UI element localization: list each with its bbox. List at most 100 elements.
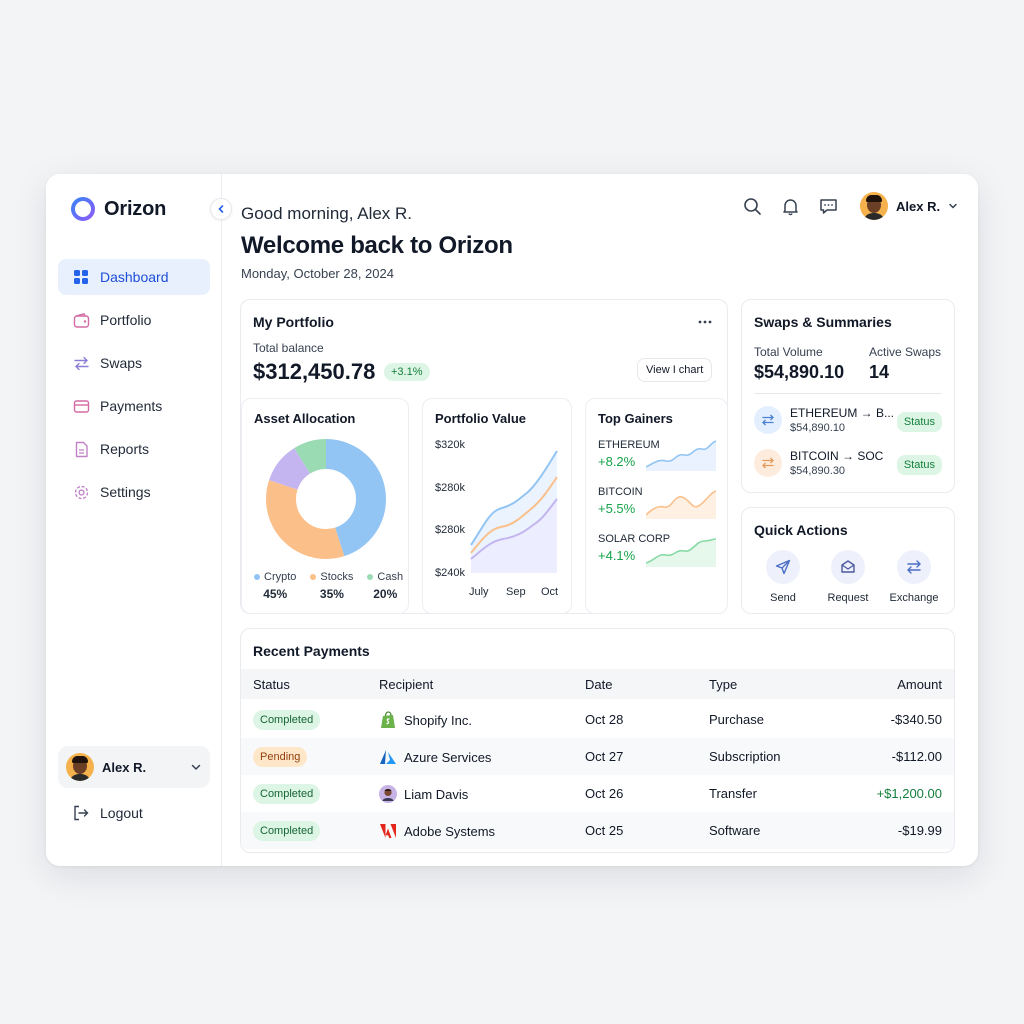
portfolio-value-card: Portfolio Value $320k $280k $280k $240k … bbox=[422, 398, 572, 614]
page-title: Welcome back to Orizon bbox=[241, 232, 513, 259]
greeting: Good morning, Alex R. bbox=[241, 204, 413, 223]
exchange-icon bbox=[897, 550, 931, 584]
table-row[interactable]: Completed Adobe Systems Oct 25 Software … bbox=[241, 812, 954, 849]
sparkline-solar-corp bbox=[646, 538, 716, 567]
column-header-amount[interactable]: Amount bbox=[897, 677, 942, 692]
quick-actions-title: Quick Actions bbox=[754, 522, 848, 538]
total-balance-value: $312,450.78 bbox=[253, 359, 376, 384]
swap-icon bbox=[754, 406, 782, 434]
swap-icon bbox=[72, 354, 90, 372]
logo[interactable]: Orizon bbox=[70, 196, 166, 222]
card-icon bbox=[72, 397, 90, 415]
sidebar-user-name: Alex R. bbox=[102, 759, 147, 775]
sidebar-item-label: Swaps bbox=[100, 355, 143, 371]
chevron-down-icon bbox=[949, 203, 957, 209]
y-tick-label: $280k bbox=[435, 482, 465, 494]
table-row[interactable]: Pending Azure Services Oct 27 Subscripti… bbox=[241, 738, 954, 775]
recipient-name: Shopify Inc. bbox=[404, 712, 472, 728]
send-icon bbox=[766, 550, 800, 584]
legend-cash: Cash 20% bbox=[367, 571, 403, 601]
asset-allocation-card: Asset Allocation Crypto 45% Stocks 35% C… bbox=[241, 398, 409, 614]
table-row[interactable]: Completed Shopify Inc. Oct 28 Purchase -… bbox=[241, 701, 954, 738]
logout-label: Logout bbox=[100, 805, 143, 821]
swaps-card: Swaps & Summaries Total Volume $54,890.1… bbox=[741, 299, 955, 493]
more-options-icon[interactable] bbox=[697, 319, 713, 325]
chevron-down-icon bbox=[191, 764, 201, 771]
amount-cell: -$19.99 bbox=[897, 823, 942, 838]
type-cell: Transfer bbox=[709, 786, 757, 801]
type-cell: Software bbox=[709, 823, 761, 838]
sidebar-item-payments[interactable]: Payments bbox=[58, 388, 210, 424]
recipient-cell: Adobe Systems bbox=[379, 822, 495, 840]
sidebar-item-dashboard[interactable]: Dashboard bbox=[58, 259, 210, 295]
exchange-button[interactable]: Exchange bbox=[879, 550, 949, 604]
amount-cell: +$1,200.00 bbox=[876, 786, 942, 801]
legend-pct: 35% bbox=[319, 587, 344, 601]
recipient-cell: Liam Davis bbox=[379, 785, 468, 803]
date-cell: Oct 28 bbox=[585, 712, 624, 727]
collapse-sidebar-button[interactable] bbox=[210, 198, 232, 220]
header-user-name: Alex R. bbox=[896, 198, 941, 214]
portfolio-card: My Portfolio Total balance $312,450.78 +… bbox=[240, 299, 728, 614]
column-header-status[interactable]: Status bbox=[253, 677, 290, 692]
sidebar-item-settings[interactable]: Settings bbox=[58, 474, 210, 510]
sidebar-item-label: Portfolio bbox=[100, 312, 152, 328]
recipient-name: Adobe Systems bbox=[404, 823, 496, 839]
total-volume-value: $54,890.10 bbox=[754, 362, 845, 382]
sidebar-user-menu[interactable]: Alex R. bbox=[58, 746, 210, 788]
recipient-cell: Azure Services bbox=[379, 748, 491, 766]
sidebar-item-swaps[interactable]: Swaps bbox=[58, 345, 210, 381]
sidebar-item-reports[interactable]: Reports bbox=[58, 431, 210, 467]
swaps-title: Swaps & Summaries bbox=[754, 314, 892, 330]
search-icon[interactable] bbox=[742, 196, 762, 216]
sidebar-nav: Dashboard Portfolio Swaps Payments Repor… bbox=[58, 259, 210, 517]
sidebar-item-label: Payments bbox=[100, 398, 163, 414]
recipient-cell: Shopify Inc. bbox=[379, 711, 472, 729]
view-chart-button[interactable]: View I chart bbox=[637, 358, 713, 382]
allocation-donut-chart bbox=[266, 439, 386, 559]
column-header-date[interactable]: Date bbox=[585, 677, 612, 692]
bell-icon[interactable] bbox=[780, 196, 800, 216]
sparkline-bitcoin bbox=[646, 490, 716, 519]
app-name: Orizon bbox=[104, 197, 167, 220]
asset-allocation-title: Asset Allocation bbox=[254, 411, 356, 426]
status-badge: Completed bbox=[253, 821, 321, 841]
azure-icon bbox=[379, 748, 397, 766]
y-tick-label: $240k bbox=[435, 567, 465, 579]
avatar bbox=[66, 753, 94, 781]
legend-pct: 45% bbox=[263, 587, 288, 601]
sidebar-item-portfolio[interactable]: Portfolio bbox=[58, 302, 210, 338]
grid-icon bbox=[72, 268, 90, 286]
recent-payments-title: Recent Payments bbox=[253, 643, 370, 659]
table-row[interactable]: Completed Liam Davis Oct 26 Transfer +$1… bbox=[241, 775, 954, 812]
recent-payments-card: Recent Payments Status Recipient Date Ty… bbox=[240, 628, 955, 853]
date-cell: Oct 26 bbox=[585, 786, 624, 801]
y-tick-label: $320k bbox=[435, 439, 465, 451]
y-tick-label: $280k bbox=[435, 524, 465, 536]
x-tick-label: July bbox=[469, 586, 489, 598]
status-badge: Completed bbox=[253, 710, 321, 730]
sidebar-item-label: Settings bbox=[100, 484, 151, 500]
swap-status-badge: Status bbox=[896, 455, 942, 475]
quick-actions-card: Quick Actions Send Request Exchange bbox=[741, 507, 955, 614]
recipient-name: Liam Davis bbox=[404, 786, 469, 802]
type-cell: Subscription bbox=[709, 749, 781, 764]
exchange-label: Exchange bbox=[889, 592, 939, 604]
chat-icon[interactable] bbox=[818, 196, 838, 216]
avatar bbox=[860, 192, 888, 220]
current-date: Monday, October 28, 2024 bbox=[241, 266, 394, 281]
document-icon bbox=[72, 440, 90, 458]
send-label: Send bbox=[770, 592, 796, 604]
shopify-icon bbox=[379, 711, 397, 729]
request-button[interactable]: Request bbox=[813, 550, 883, 604]
column-header-type[interactable]: Type bbox=[709, 677, 737, 692]
top-gainers-title: Top Gainers bbox=[598, 411, 673, 426]
legend-stocks: Stocks 35% bbox=[310, 571, 353, 601]
active-swaps-count: 14 bbox=[869, 362, 890, 382]
column-header-recipient[interactable]: Recipient bbox=[379, 677, 433, 692]
status-badge: Pending bbox=[253, 747, 308, 767]
recipient-name: Azure Services bbox=[404, 749, 492, 765]
send-button[interactable]: Send bbox=[748, 550, 818, 604]
header-user-menu[interactable]: Alex R. bbox=[860, 192, 958, 220]
logout-button[interactable]: Logout bbox=[72, 804, 143, 822]
